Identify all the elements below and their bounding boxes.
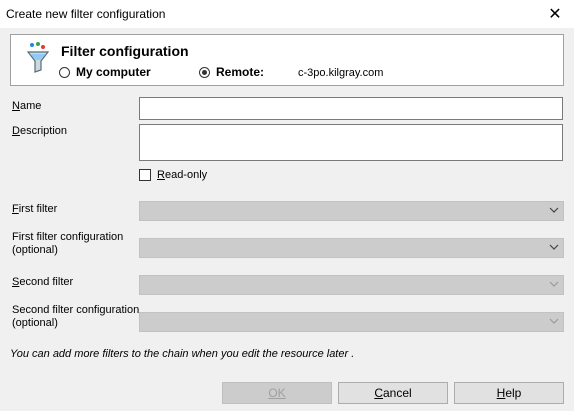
description-label-mnemonic: D (12, 125, 20, 137)
cancel-label-mnemonic: C (374, 386, 383, 400)
funnel-icon (26, 42, 50, 73)
help-label: Help (496, 386, 522, 400)
cancel-label: Cancel (374, 386, 412, 400)
readonly-label: Read-only (157, 169, 208, 181)
close-icon[interactable]: ✕ (544, 4, 566, 24)
remote-host: c-3po.kilgray.com (298, 67, 384, 79)
window-title: Create new filter configuration (6, 7, 166, 21)
first-filter-select[interactable] (139, 201, 564, 221)
header-title: Filter configuration (61, 43, 189, 59)
radio-remote[interactable]: Remote: (199, 65, 264, 79)
readonly-checkbox[interactable]: Read-only (139, 169, 207, 181)
second-filter-config-label: Second filter configuration (optional) (12, 304, 139, 330)
chevron-down-icon (549, 318, 559, 324)
second-filter-select[interactable] (139, 275, 564, 295)
first-filter-label: First filter (12, 203, 58, 215)
ok-button[interactable]: OK (222, 382, 332, 404)
title-bar: Create new filter configuration ✕ (0, 0, 574, 28)
radio-remote-label: Remote: (216, 65, 265, 79)
name-label: Name (12, 100, 41, 113)
help-label-mnemonic: H (496, 386, 506, 400)
help-button[interactable]: Help (454, 382, 564, 404)
first-filter-config-label-line1: First filter configuration (12, 231, 124, 243)
radio-my-computer[interactable]: My computer (59, 65, 151, 79)
name-label-rest: ame (19, 100, 42, 112)
checkbox-icon[interactable] (139, 169, 151, 181)
chevron-down-icon (549, 244, 559, 250)
header-panel: Filter configuration My computer Remote:… (10, 34, 564, 86)
cancel-button[interactable]: Cancel (338, 382, 448, 404)
readonly-label-mnemonic: R (157, 169, 165, 181)
second-filter-label: Second filter (12, 276, 74, 288)
radio-selected-icon[interactable] (199, 66, 210, 78)
radio-my-computer-label: My computer (76, 65, 151, 79)
chevron-down-icon (549, 207, 559, 213)
second-filter-config-select[interactable] (139, 312, 564, 332)
chain-note: You can add more filters to the chain wh… (10, 348, 355, 360)
first-filter-config-select[interactable] (139, 238, 564, 258)
description-field[interactable] (139, 124, 563, 161)
name-field[interactable] (139, 97, 563, 120)
description-label-rest: escription (19, 125, 68, 137)
first-filter-config-label: First filter configuration (optional) (12, 231, 123, 257)
radio-unselected-icon[interactable] (59, 66, 70, 78)
chevron-down-icon (549, 281, 559, 287)
second-filter-mnemonic: S (12, 276, 20, 288)
description-label: Description (12, 125, 67, 138)
first-filter-mnemonic: F (12, 203, 19, 215)
ok-label: OK (268, 386, 286, 400)
name-label-mnemonic: N (12, 100, 20, 112)
second-filter-config-label-line1: Second filter configuration (12, 304, 140, 316)
second-filter-config-label-line2: (optional) (12, 317, 58, 329)
first-filter-config-label-line2: (optional) (12, 244, 58, 256)
